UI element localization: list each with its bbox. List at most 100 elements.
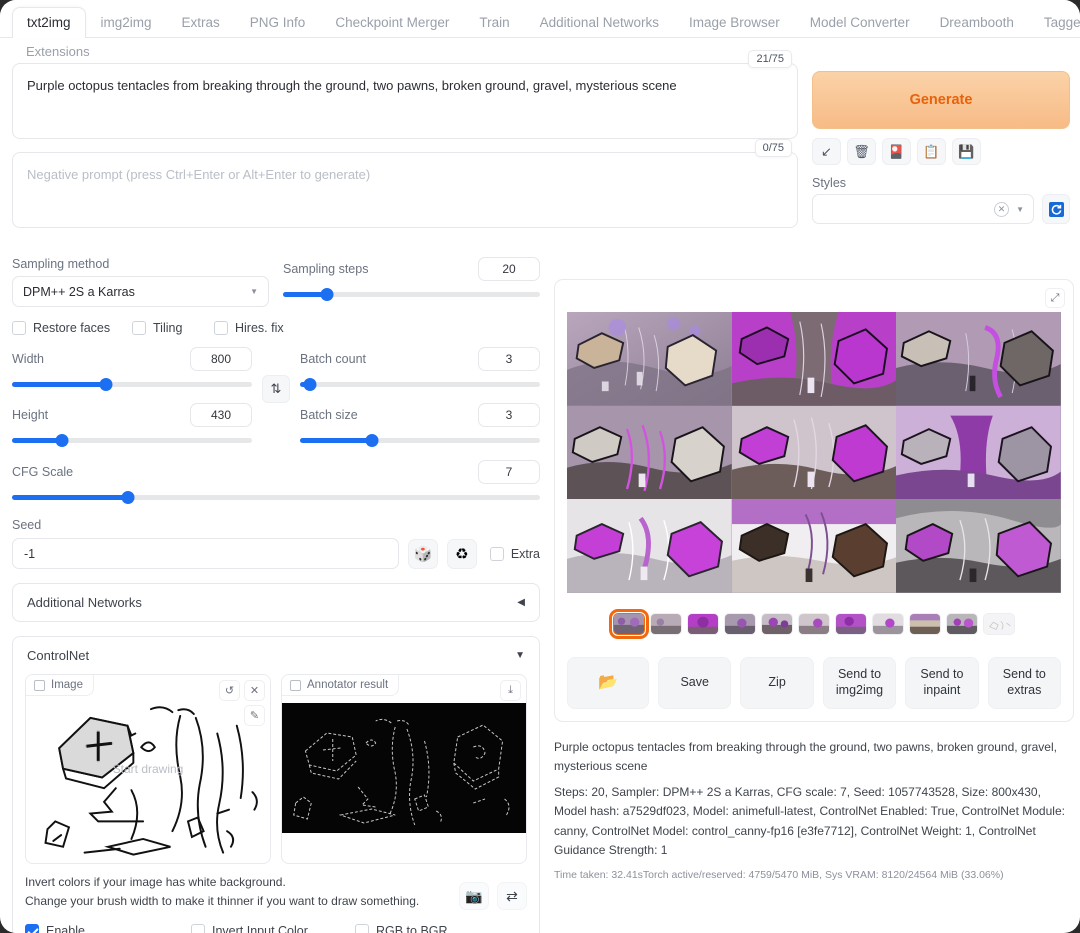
gallery-cell[interactable] (732, 406, 897, 500)
tab-model-converter[interactable]: Model Converter (795, 7, 925, 39)
close-icon[interactable]: ✕ (244, 680, 265, 701)
batch-count-slider[interactable] (300, 376, 540, 392)
gallery-cell[interactable] (732, 312, 897, 406)
generate-button[interactable]: Generate (812, 71, 1070, 129)
additional-networks-header[interactable]: Additional Networks ◀ (13, 584, 539, 621)
gallery-cell[interactable] (896, 406, 1061, 500)
close-icon[interactable]: ✕ (994, 202, 1009, 217)
height-value[interactable]: 430 (190, 403, 252, 427)
thumbnail[interactable] (909, 613, 941, 635)
sampling-steps-slider[interactable] (283, 286, 540, 302)
controlnet-header[interactable]: ControlNet ▼ (13, 637, 539, 674)
sampling-steps-value[interactable]: 20 (478, 257, 540, 281)
thumbnail[interactable] (724, 613, 756, 635)
gallery-cell[interactable] (896, 312, 1061, 406)
recycle-icon[interactable]: ♻ (447, 539, 477, 569)
send-to-extras-button[interactable]: Send to extras (988, 657, 1061, 709)
slider-knob[interactable] (366, 434, 379, 447)
tab-extras[interactable]: Extras (167, 7, 235, 39)
invert-input-color-checkbox[interactable]: Invert Input Color (191, 924, 355, 933)
prompt-stack: 21/75 0/75 (12, 63, 798, 241)
expand-gallery-button[interactable]: ⤢ (1045, 288, 1065, 308)
swap-icon[interactable]: ⇄ (497, 882, 527, 910)
open-folder-button[interactable]: 📂 (567, 657, 649, 709)
slider-knob[interactable] (56, 434, 69, 447)
gallery-cell[interactable] (567, 312, 732, 406)
tab-dreambooth[interactable]: Dreambooth (925, 7, 1029, 39)
prompt-input[interactable] (12, 63, 798, 139)
cfg-value[interactable]: 7 (478, 460, 540, 484)
chevron-left-icon[interactable]: ◀ (517, 597, 525, 608)
controlnet-annotator-panel[interactable]: Annotator result ⤓ (281, 674, 527, 864)
refresh-styles-button[interactable] (1042, 194, 1070, 224)
generation-info-params: Steps: 20, Sampler: DPM++ 2S a Karras, C… (554, 783, 1074, 860)
subtab-extensions[interactable]: Extensions (26, 44, 90, 59)
send-to-img2img-button[interactable]: Send to img2img (823, 657, 896, 709)
restore-faces-checkbox[interactable]: Restore faces (12, 321, 132, 335)
batch-size-label: Batch size (300, 408, 358, 422)
trash-icon[interactable]: 🗑 (847, 138, 876, 165)
image-panel-tab[interactable]: Image (26, 675, 94, 696)
download-icon[interactable]: ⤓ (500, 680, 521, 701)
chevron-down-icon[interactable]: ▼ (515, 650, 525, 661)
slider-knob[interactable] (122, 491, 135, 504)
cfg-slider[interactable] (12, 489, 540, 505)
width-value[interactable]: 800 (190, 347, 252, 371)
send-to-inpaint-button[interactable]: Send to inpaint (905, 657, 978, 709)
undo-icon[interactable]: ↺ (219, 680, 240, 701)
rgb-to-bgr-checkbox[interactable]: RGB to BGR (355, 924, 448, 933)
tab-checkpoint-merger[interactable]: Checkpoint Merger (320, 7, 464, 39)
annotator-panel-tab[interactable]: Annotator result (282, 675, 399, 696)
thumbnail[interactable] (650, 613, 682, 635)
seed-input[interactable]: -1 (12, 538, 399, 569)
extra-checkbox[interactable]: Extra (490, 547, 540, 561)
thumbnail[interactable] (761, 613, 793, 635)
card-index-icon[interactable]: 🎴 (882, 138, 911, 165)
batch-size-value[interactable]: 3 (478, 403, 540, 427)
batch-size-header: Batch size 3 (300, 403, 540, 427)
dice-icon[interactable]: 🎲 (408, 539, 438, 569)
tab-train[interactable]: Train (464, 7, 524, 39)
arrow-into-corner-icon[interactable]: ↙ (812, 138, 841, 165)
thumbnail[interactable] (613, 613, 645, 635)
thumbnail[interactable] (983, 613, 1015, 635)
chevron-down-icon[interactable]: ▼ (1016, 205, 1024, 214)
camera-icon[interactable]: 📷 (459, 882, 489, 910)
thumbnail[interactable] (687, 613, 719, 635)
gallery-cell[interactable] (896, 499, 1061, 593)
enable-checkbox[interactable]: Enable (25, 924, 191, 933)
tab-tagger[interactable]: Tagger (1029, 7, 1080, 39)
thumbnail[interactable] (835, 613, 867, 635)
gallery-cell[interactable] (732, 499, 897, 593)
swap-dimensions-button[interactable]: ⇅ (262, 375, 290, 403)
clipboard-icon[interactable]: 📋 (917, 138, 946, 165)
gallery-cell[interactable] (567, 499, 732, 593)
floppy-disk-icon[interactable]: 💾 (952, 138, 981, 165)
tab-png-info[interactable]: PNG Info (235, 7, 321, 39)
generated-image (567, 312, 732, 406)
tab-additional-networks[interactable]: Additional Networks (525, 7, 674, 39)
thumbnail[interactable] (798, 613, 830, 635)
brush-icon[interactable]: ✎ (244, 705, 265, 726)
negative-prompt-input[interactable] (12, 152, 798, 228)
controlnet-image-panel[interactable]: Image ↺ ✕ ✎ (25, 674, 271, 864)
slider-knob[interactable] (320, 288, 333, 301)
batch-size-slider[interactable] (300, 432, 540, 448)
save-button[interactable]: Save (658, 657, 731, 709)
slider-knob[interactable] (303, 378, 316, 391)
thumbnail[interactable] (872, 613, 904, 635)
tiling-checkbox[interactable]: Tiling (132, 321, 214, 335)
slider-knob[interactable] (99, 378, 112, 391)
tab-img2img[interactable]: img2img (86, 7, 167, 39)
thumbnail[interactable] (946, 613, 978, 635)
zip-button[interactable]: Zip (740, 657, 813, 709)
sampling-method-select[interactable]: DPM++ 2S a Karras ▼ (12, 276, 269, 307)
width-slider[interactable] (12, 376, 252, 392)
styles-dropdown[interactable]: ✕ ▼ (812, 194, 1034, 224)
tab-image-browser[interactable]: Image Browser (674, 7, 795, 39)
gallery-cell[interactable] (567, 406, 732, 500)
hires-fix-checkbox[interactable]: Hires. fix (214, 321, 284, 335)
tab-txt2img[interactable]: txt2img (12, 7, 86, 39)
height-slider[interactable] (12, 432, 252, 448)
batch-count-value[interactable]: 3 (478, 347, 540, 371)
